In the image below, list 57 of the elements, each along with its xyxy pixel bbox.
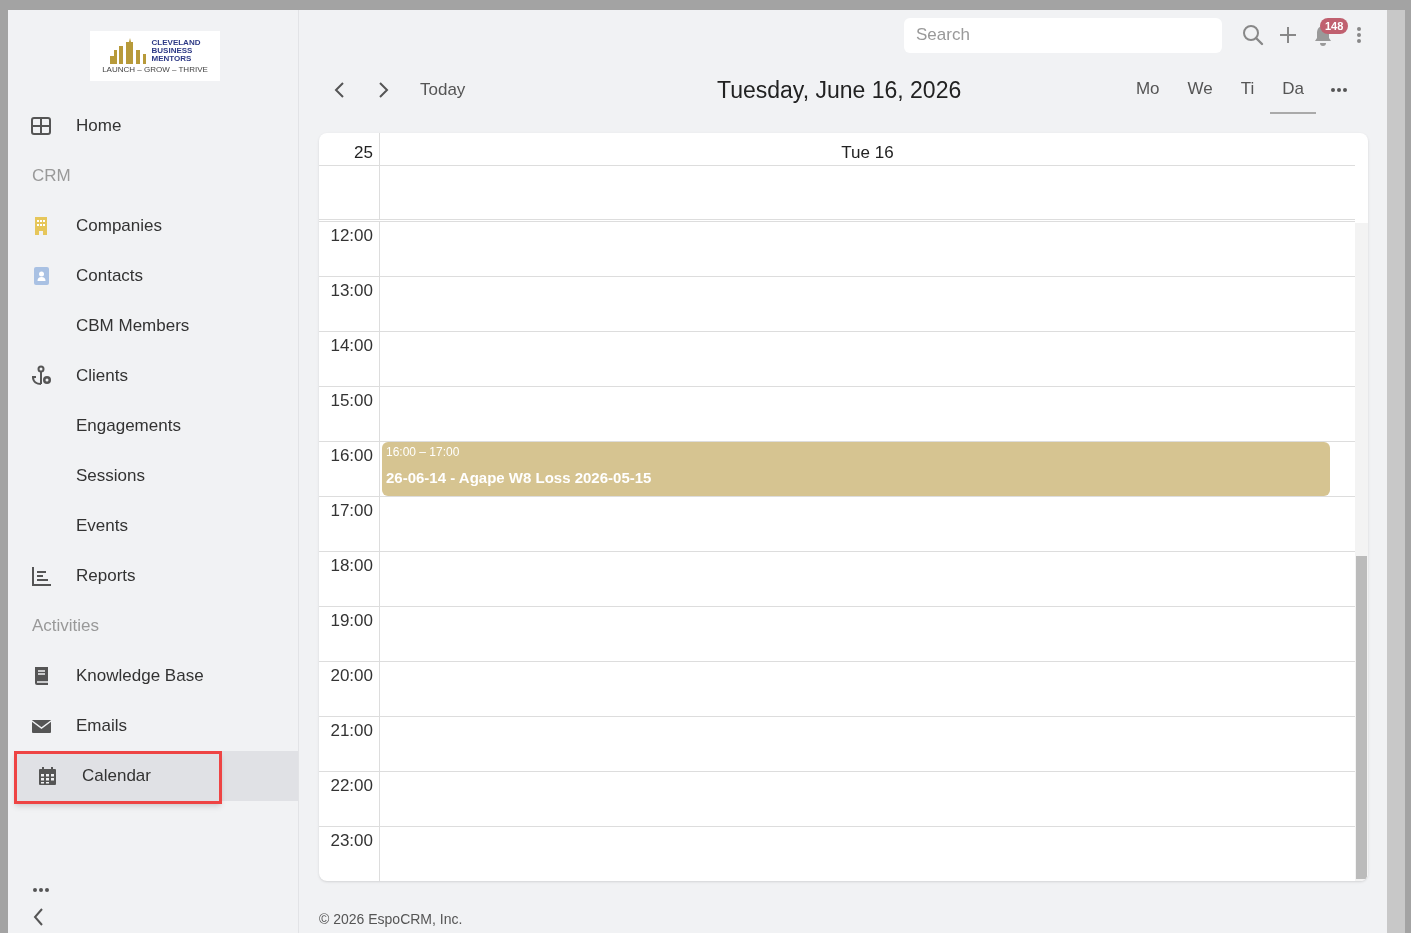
collapse-icon[interactable] bbox=[32, 907, 44, 927]
sidebar-item[interactable]: Engagements bbox=[8, 401, 298, 451]
logo-text: BUSINESS bbox=[151, 47, 194, 55]
time-label: 20:00 bbox=[319, 662, 380, 716]
next-icon[interactable] bbox=[378, 81, 390, 99]
sidebar-item[interactable]: CBM Members bbox=[8, 301, 298, 351]
time-label: 13:00 bbox=[319, 277, 380, 331]
event-title: 26-06-14 - Agape W8 Loss 2026-05-15 bbox=[386, 468, 653, 488]
time-label: 18:00 bbox=[319, 552, 380, 606]
time-label: 12:00 bbox=[319, 222, 380, 276]
previous-icon[interactable] bbox=[333, 81, 345, 99]
bar-chart-icon bbox=[30, 565, 53, 587]
view-tab[interactable]: Mo bbox=[1123, 66, 1172, 114]
view-tab[interactable]: We bbox=[1175, 66, 1225, 114]
sidebar-item[interactable]: Contacts bbox=[8, 251, 298, 301]
sidebar-item[interactable]: Emails bbox=[8, 701, 298, 751]
event-time: 16:00 – 17:00 bbox=[386, 445, 461, 459]
view-tab[interactable]: Ti bbox=[1228, 66, 1267, 114]
time-label: 19:00 bbox=[319, 607, 380, 661]
logo-text: CLEVELAND bbox=[151, 39, 201, 47]
time-label: 14:00 bbox=[319, 332, 380, 386]
sidebar-item[interactable]: Home bbox=[8, 101, 298, 151]
more-icon[interactable] bbox=[1330, 87, 1348, 93]
time-label: 17:00 bbox=[319, 497, 380, 551]
calendar-title: Tuesday, June 16, 2026 bbox=[717, 75, 962, 105]
time-label: 23:00 bbox=[319, 827, 380, 881]
sidebar-item[interactable]: Clients bbox=[8, 351, 298, 401]
calendar-icon bbox=[36, 765, 59, 787]
time-label: 16:00 bbox=[319, 442, 380, 496]
time-label: 21:00 bbox=[319, 717, 380, 771]
view-tab[interactable]: Da bbox=[1270, 66, 1316, 114]
day-header: Tue 16 bbox=[840, 142, 895, 164]
plus-icon[interactable] bbox=[1278, 25, 1298, 45]
copyright-text: © 2026 EspoCRM, Inc. bbox=[319, 910, 464, 929]
anchor-person-icon bbox=[30, 365, 53, 387]
sidebar-item[interactable]: Sessions bbox=[8, 451, 298, 501]
logo-text: MENTORS bbox=[151, 55, 193, 63]
more-icon[interactable] bbox=[32, 887, 50, 893]
kebab-menu-icon[interactable] bbox=[1356, 26, 1362, 44]
page-scrollbar[interactable] bbox=[1387, 10, 1405, 933]
section-heading: Activities bbox=[31, 615, 101, 638]
time-label: 15:00 bbox=[319, 387, 380, 441]
sidebar-item[interactable]: Knowledge Base bbox=[8, 651, 298, 701]
today-button[interactable]: Today bbox=[420, 77, 466, 103]
week-number: 25 bbox=[319, 133, 380, 165]
sidebar-item[interactable]: Reports bbox=[8, 551, 298, 601]
search-field[interactable]: Search bbox=[904, 17, 1222, 53]
grid-icon bbox=[30, 115, 53, 137]
search-icon[interactable] bbox=[1242, 24, 1264, 46]
sidebar-item[interactable]: Events bbox=[8, 501, 298, 551]
sidebar-item[interactable]: Companies bbox=[8, 201, 298, 251]
sidebar-item[interactable]: Calendar bbox=[14, 751, 298, 801]
section-heading: CRM bbox=[31, 165, 72, 188]
notification-badge: 148 bbox=[1320, 18, 1349, 34]
time-label: 22:00 bbox=[319, 772, 380, 826]
scrollbar[interactable] bbox=[1355, 223, 1368, 881]
logo-tagline: LAUNCH – GROW – THRIVE bbox=[102, 65, 208, 74]
